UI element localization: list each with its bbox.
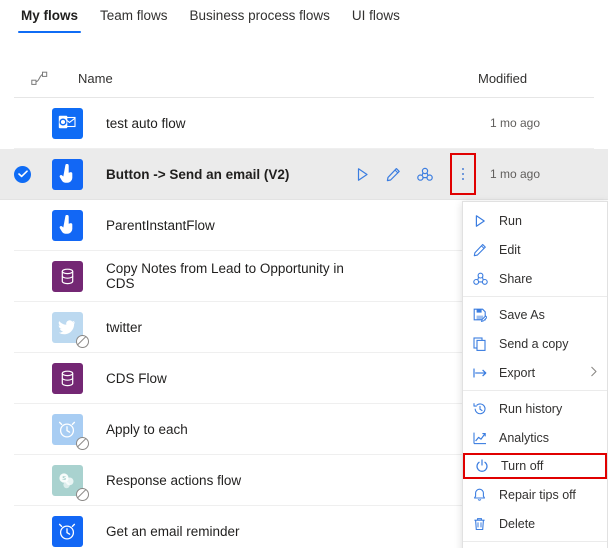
- column-header-name[interactable]: Name: [64, 71, 474, 86]
- row-icon-cell: [42, 311, 92, 348]
- menu-separator: [463, 296, 607, 297]
- tab-team-flows[interactable]: Team flows: [89, 0, 179, 33]
- row-icon-cell: [42, 209, 92, 241]
- twitter-icon: [51, 311, 89, 348]
- flow-connector-icon: [14, 71, 64, 86]
- flow-modified: 1 mo ago: [490, 167, 541, 181]
- tab-my-flows[interactable]: My flows: [10, 0, 89, 33]
- menu-item-label: Analytics: [499, 430, 550, 445]
- row-icon-cell: [42, 158, 92, 190]
- alarm-clock-icon: [51, 413, 89, 450]
- more-ellipsis-icon[interactable]: [449, 153, 476, 195]
- table-row-selected[interactable]: Button -> Send an email (V2) 1 mo ago: [0, 149, 608, 200]
- menu-item-turn-off[interactable]: Turn off: [463, 453, 607, 479]
- menu-separator: [463, 541, 607, 542]
- tab-ui-flows[interactable]: UI flows: [341, 0, 411, 33]
- menu-item-analytics[interactable]: Analytics: [463, 423, 607, 452]
- tab-label: My flows: [21, 8, 79, 23]
- flows-list-page: My flows Team flows Business process flo…: [0, 0, 608, 548]
- menu-item-repair-tips-off[interactable]: Repair tips off: [463, 480, 607, 509]
- flow-name[interactable]: test auto flow: [92, 116, 354, 131]
- save-as-icon: [473, 308, 495, 322]
- menu-item-label: Run history: [499, 401, 563, 416]
- menu-item-run[interactable]: Run: [463, 206, 607, 235]
- tab-label: UI flows: [351, 8, 400, 23]
- row-select-cell[interactable]: [14, 165, 42, 183]
- chevron-right-icon: [590, 366, 598, 380]
- tab-business-process-flows[interactable]: Business process flows: [179, 0, 341, 33]
- run-triangle-icon: [473, 214, 495, 228]
- menu-item-run-history[interactable]: Run history: [463, 394, 607, 423]
- tab-label: Team flows: [100, 8, 168, 23]
- database-icon: [51, 260, 83, 292]
- flow-name[interactable]: CDS Flow: [92, 371, 354, 386]
- menu-item-share[interactable]: Share: [463, 264, 607, 293]
- disabled-badge-icon: [75, 334, 89, 348]
- menu-item-label: Share: [499, 271, 533, 286]
- flow-type-tabs: My flows Team flows Business process flo…: [0, 0, 608, 36]
- outlook-icon: [51, 107, 83, 139]
- flow-name[interactable]: twitter: [92, 320, 354, 335]
- tab-label: Business process flows: [189, 8, 330, 23]
- column-header-modified[interactable]: Modified: [474, 71, 594, 86]
- power-icon: [475, 459, 497, 473]
- row-icon-cell: [42, 515, 92, 547]
- menu-separator: [463, 390, 607, 391]
- share-icon[interactable]: [416, 164, 433, 184]
- button-tap-icon: [51, 158, 83, 190]
- menu-item-edit[interactable]: Edit: [463, 235, 607, 264]
- row-icon-cell: [42, 260, 92, 292]
- flow-name[interactable]: Response actions flow: [92, 473, 354, 488]
- send-copy-icon: [473, 336, 495, 351]
- share-icon: [473, 272, 495, 286]
- disabled-badge-icon: [75, 487, 89, 501]
- menu-item-label: Export: [499, 365, 536, 380]
- sharepoint-icon: S: [51, 464, 89, 501]
- menu-item-delete[interactable]: Delete: [463, 509, 607, 538]
- export-arrow-icon: [473, 367, 495, 379]
- run-icon[interactable]: [354, 164, 371, 184]
- row-icon-cell: S: [42, 464, 92, 501]
- edit-pencil-icon: [473, 243, 495, 257]
- menu-item-label: Edit: [499, 242, 521, 257]
- flow-name[interactable]: Button -> Send an email (V2): [92, 167, 354, 182]
- menu-item-label: Turn off: [501, 459, 544, 473]
- row-actions: [354, 153, 476, 195]
- menu-item-send-a-copy[interactable]: Send a copy: [463, 329, 607, 358]
- row-icon-cell: [42, 362, 92, 394]
- menu-item-label: Save As: [499, 307, 545, 322]
- table-row[interactable]: test auto flow 1 mo ago: [14, 98, 594, 149]
- flow-modified: 1 mo ago: [490, 116, 541, 130]
- row-icon-cell: [42, 413, 92, 450]
- menu-item-label: Repair tips off: [499, 487, 576, 502]
- row-context-menu: Run Edit Share Save As Send a copy Expor…: [462, 201, 608, 548]
- disabled-badge-icon: [75, 436, 89, 450]
- flow-name[interactable]: Get an email reminder: [92, 524, 354, 539]
- svg-text:S: S: [62, 476, 66, 482]
- alarm-clock-icon: [51, 515, 83, 547]
- database-icon: [51, 362, 83, 394]
- edit-pencil-icon[interactable]: [385, 164, 402, 184]
- menu-item-label: Delete: [499, 516, 536, 531]
- button-tap-icon: [51, 209, 83, 241]
- flow-name[interactable]: Apply to each: [92, 422, 354, 437]
- menu-item-label: Send a copy: [499, 336, 569, 351]
- checkbox-checked-icon[interactable]: [14, 165, 31, 183]
- menu-item-label: Run: [499, 213, 522, 228]
- menu-item-export[interactable]: Export: [463, 358, 607, 387]
- menu-item-save-as[interactable]: Save As: [463, 300, 607, 329]
- flow-name[interactable]: Copy Notes from Lead to Opportunity in C…: [92, 261, 354, 291]
- history-clock-icon: [473, 402, 495, 416]
- trash-icon: [473, 517, 495, 531]
- bell-icon: [473, 488, 495, 502]
- row-icon-cell: [42, 107, 92, 139]
- analytics-chart-icon: [473, 431, 495, 445]
- table-header-row: Name Modified: [14, 60, 594, 98]
- flow-name[interactable]: ParentInstantFlow: [92, 218, 354, 233]
